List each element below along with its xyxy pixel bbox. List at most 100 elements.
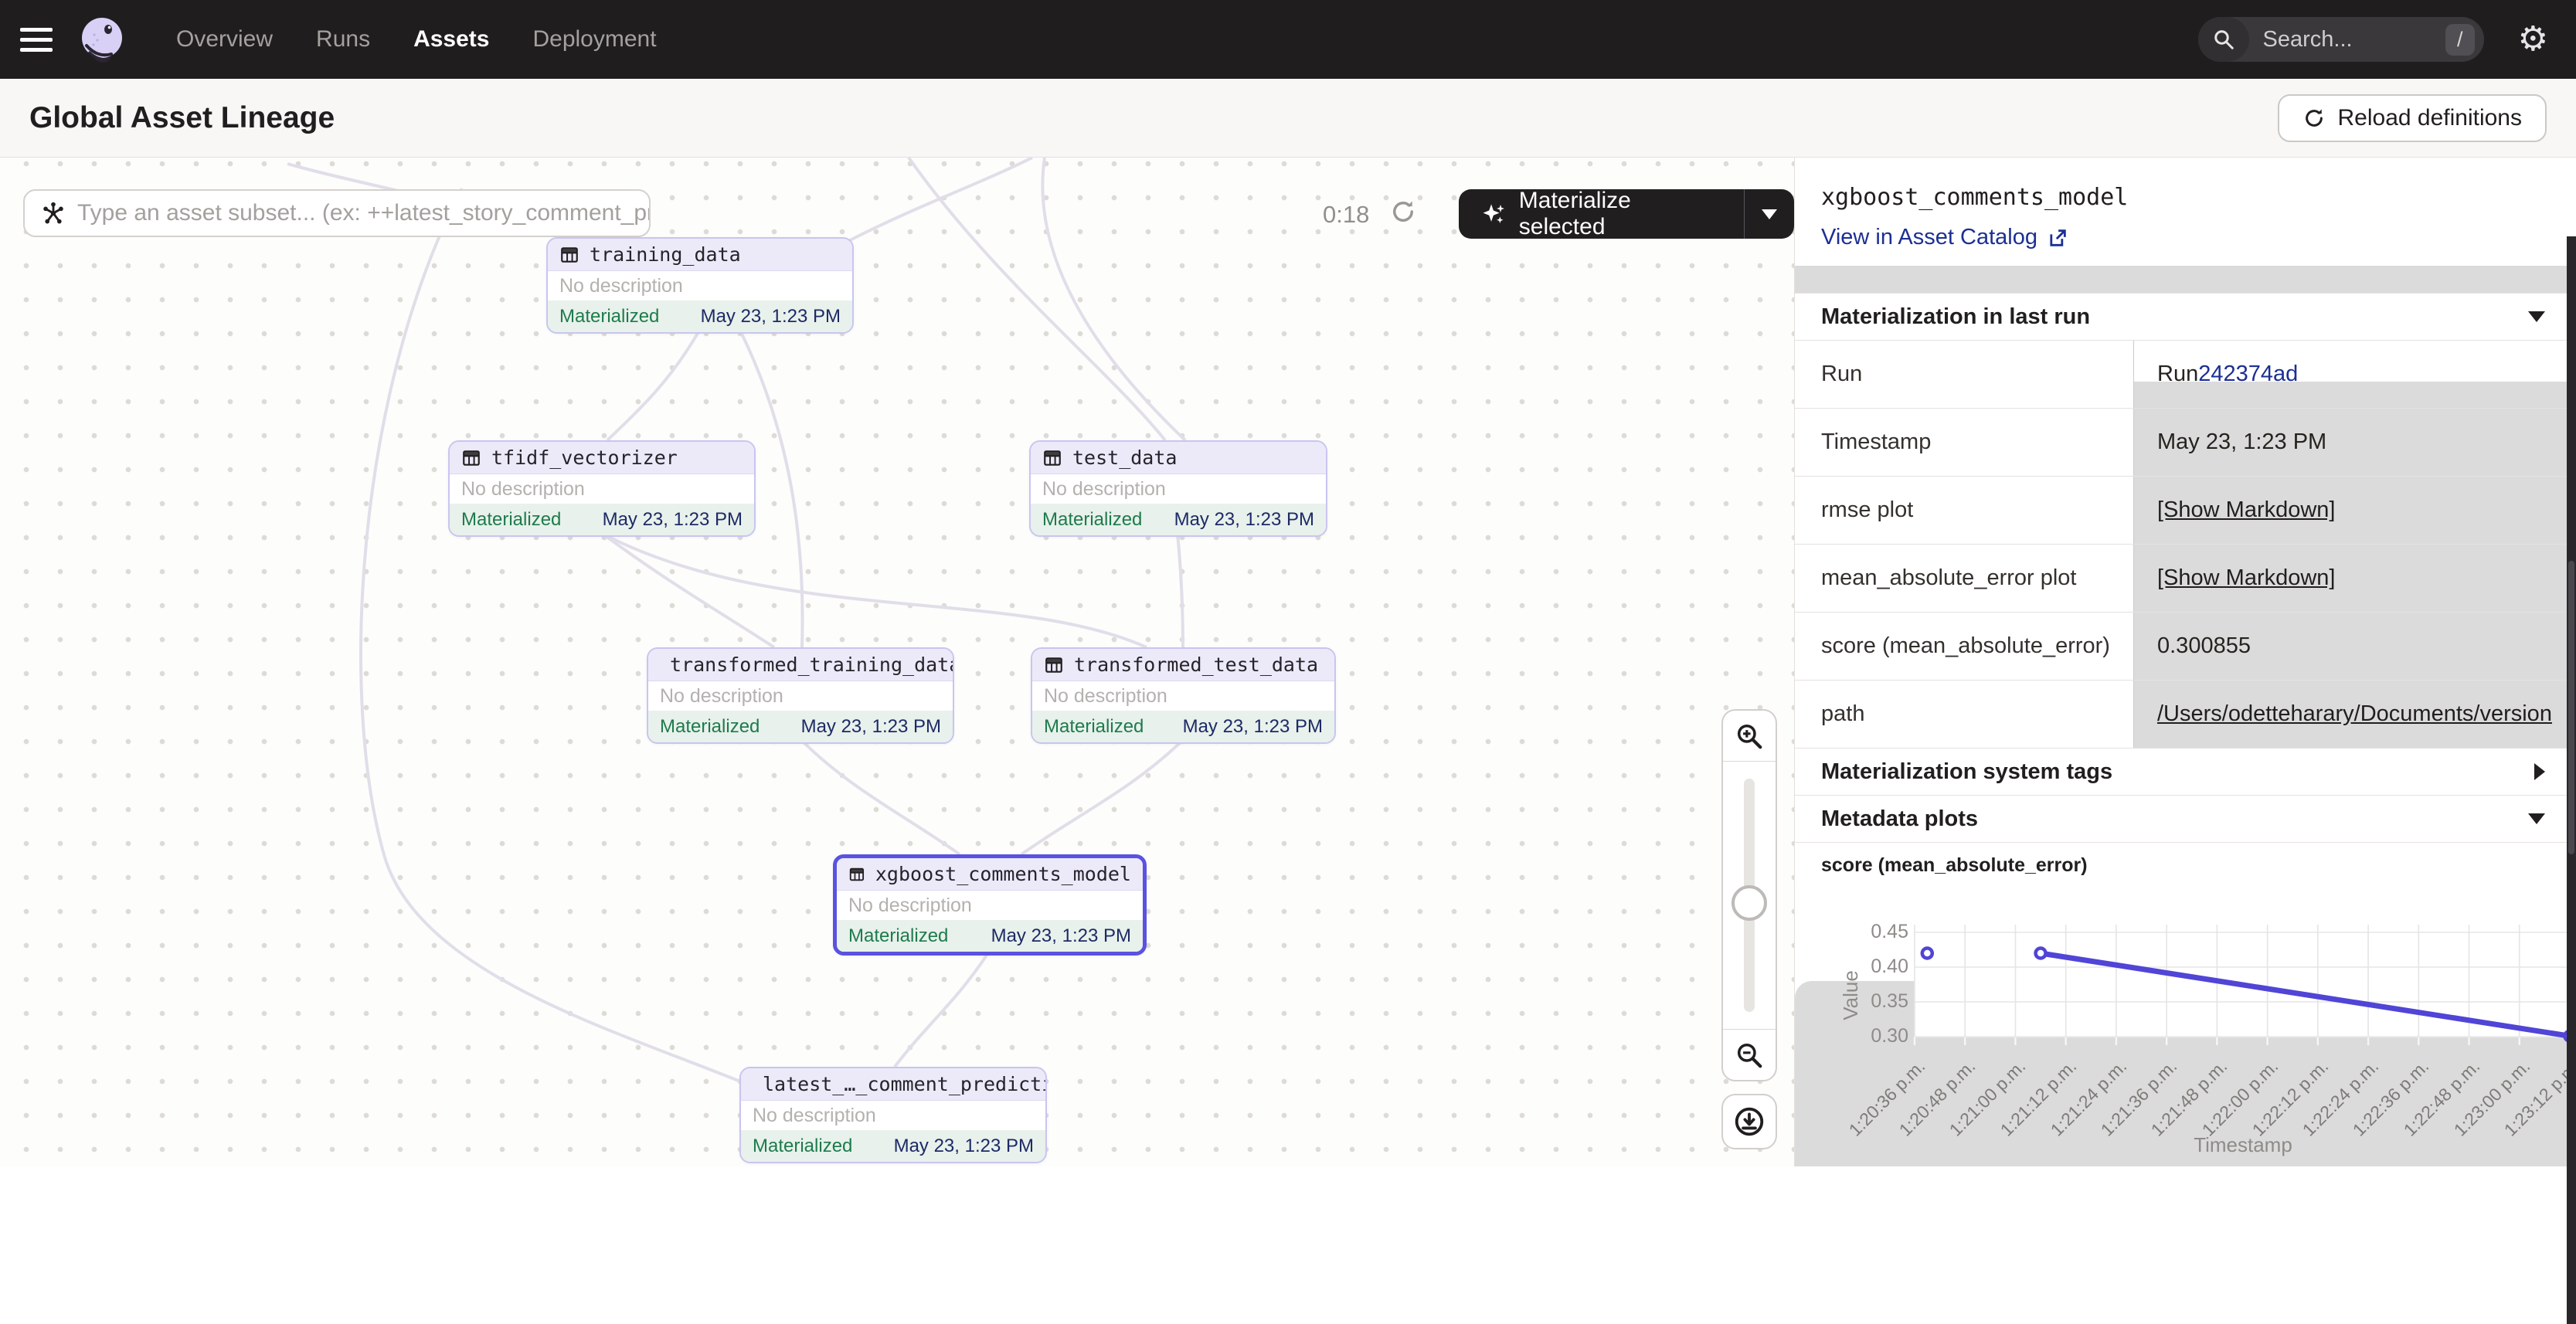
asset-node-footer: Materialized May 23, 1:23 PM (450, 504, 754, 535)
asset-status: Materialized (660, 716, 760, 738)
asset-subset-filter[interactable] (23, 189, 651, 237)
asset-status: Materialized (848, 925, 948, 947)
top-navbar: Overview Runs Assets Deployment / ⚙ (0, 0, 2576, 79)
metadata-value: May 23, 1:23 PM (2133, 409, 2576, 476)
table-asset-icon (1044, 655, 1064, 675)
metadata-plot-title: score (mean_absolute_error) (1795, 843, 2576, 884)
asset-node-footer: Materialized May 23, 1:23 PM (1031, 504, 1326, 535)
asset-lineage-graph[interactable]: 0:18 Materialize selected training_dataN… (0, 158, 1794, 1166)
asset-node-footer: MaterializedMay 23, 1:23 PM (837, 920, 1143, 952)
table-asset-icon (461, 448, 481, 468)
dagster-logo[interactable] (77, 15, 127, 64)
reload-definitions-button[interactable]: Reload definitions (2278, 94, 2547, 142)
nav-item-overview[interactable]: Overview (176, 26, 273, 53)
show-markdown-link[interactable]: [Show Markdown] (2157, 497, 2336, 523)
metadata-key: Run (1795, 341, 2133, 408)
asset-detail-panel: xgboost_comments_model View in Asset Cat… (1794, 158, 2576, 1166)
asset-status: Materialized (559, 306, 659, 328)
chart-ylabel: Value (1839, 970, 1863, 1020)
zoom-in-icon (1735, 721, 1764, 751)
zoom-in-button[interactable] (1723, 711, 1776, 762)
metadata-key: score (mean_absolute_error) (1795, 613, 2133, 680)
metadata-row-mean-absolute-error-plot: mean_absolute_error plot[Show Markdown] (1795, 545, 2576, 613)
download-icon (1733, 1105, 1765, 1138)
asset-node-footer: Materialized May 23, 1:23 PM (648, 711, 953, 742)
asset-status: Materialized (753, 1136, 852, 1157)
metadata-value: Run 242374ad (2133, 341, 2576, 408)
metadata-key: Timestamp (1795, 409, 2133, 476)
data-point[interactable] (2036, 949, 2046, 959)
asset-node-test_data[interactable]: test_dataNo description Materialized May 2… (1029, 440, 1327, 537)
asset-node-header: test_data (1031, 442, 1326, 474)
materialize-selected-button[interactable]: Materialize selected (1459, 189, 1794, 239)
path-link[interactable]: /Users/odetteharary/Documents/version (2157, 701, 2552, 727)
view-in-asset-catalog-link[interactable]: View in Asset Catalog (1821, 225, 2550, 250)
search-input[interactable] (2249, 27, 2445, 53)
zoom-out-icon (1735, 1041, 1764, 1070)
asset-status: Materialized (1044, 716, 1144, 738)
search-icon (2198, 17, 2249, 62)
asset-node-description: No description (837, 891, 1143, 920)
asset-status: Materialized (461, 509, 561, 531)
metadata-value: /Users/odetteharary/Documents/version (2133, 681, 2576, 748)
nav-item-runs[interactable]: Runs (316, 26, 370, 53)
asset-node-header: transformed_test_data (1032, 649, 1334, 681)
asset-timestamp: May 23, 1:23 PM (1183, 716, 1323, 738)
sparkle-icon (1480, 201, 1507, 227)
asset-node-xgboost_comments_model[interactable]: xgboost_comments_modelNo descriptionMate… (833, 854, 1147, 956)
y-tick-label: 0.30 (1854, 1025, 1908, 1047)
global-search[interactable]: / (2198, 17, 2484, 62)
asset-timestamp: May 23, 1:23 PM (1174, 509, 1314, 531)
metadata-value: [Show Markdown] (2133, 545, 2576, 612)
asset-node-description: No description (1032, 681, 1334, 711)
asset-timestamp: May 23, 1:23 PM (701, 306, 841, 328)
scrollbar-thumb[interactable] (2568, 561, 2574, 854)
download-graph-button[interactable] (1721, 1094, 1777, 1149)
asset-name-title: xgboost_comments_model (1821, 184, 2550, 211)
page-scrollbar[interactable] (2567, 236, 2576, 1324)
asset-node-tfidf_vectorizer[interactable]: tfidf_vectorizerNo descriptionMaterializ… (448, 440, 756, 537)
asset-subset-input[interactable] (77, 200, 649, 226)
nav-item-assets[interactable]: Assets (413, 26, 489, 53)
section-metadata-plots[interactable]: Metadata plots (1795, 796, 2576, 843)
asset-node-header: latest_…_comment_predictions (741, 1068, 1045, 1101)
asset-node-latest__comment_predictions[interactable]: latest_…_comment_predictionsNo descripti… (739, 1067, 1047, 1163)
asset-node-header: training_data (548, 239, 852, 271)
zoom-slider-thumb[interactable] (1731, 885, 1767, 921)
refresh-countdown-icon[interactable] (1389, 198, 1417, 226)
asset-node-footer: Materialized May 23, 1:23 PM (548, 300, 852, 332)
asset-timestamp: May 23, 1:23 PM (801, 716, 941, 738)
primary-nav: Overview Runs Assets Deployment (176, 26, 657, 53)
data-point[interactable] (1922, 949, 1932, 959)
asset-node-description: No description (1031, 474, 1326, 504)
asset-node-header: transformed_training_data (648, 649, 953, 681)
refresh-timer: 0:18 (1323, 201, 1369, 229)
table-asset-icon (559, 245, 579, 265)
asset-timestamp: May 23, 1:23 PM (603, 509, 743, 531)
nav-item-deployment[interactable]: Deployment (532, 26, 656, 53)
zoom-slider[interactable] (1723, 762, 1776, 1029)
panel-divider-band (1795, 266, 2576, 294)
gear-icon[interactable]: ⚙ (2518, 22, 2548, 56)
asset-node-footer: MaterializedMay 23, 1:23 PM (741, 1130, 1045, 1162)
hamburger-menu-icon[interactable] (20, 22, 56, 58)
run-prefix: Run (2157, 362, 2198, 387)
graph-zoom-controls (1721, 709, 1777, 1149)
section-materialization-last-run[interactable]: Materialization in last run (1795, 294, 2576, 341)
asset-node-transformed_training_data[interactable]: transformed_training_dataNo descriptionM… (647, 647, 954, 744)
run-id-link[interactable]: 242374ad (2198, 362, 2298, 387)
asset-node-description: No description (741, 1101, 1045, 1130)
table-asset-icon (1042, 448, 1062, 468)
asset-node-name: transformed_training_data (670, 654, 954, 676)
y-tick-label: 0.45 (1854, 921, 1908, 943)
asset-node-training_data[interactable]: training_dataNo descriptionMaterializedM… (546, 237, 854, 334)
metadata-key: rmse plot (1795, 477, 2133, 544)
asset-status: Materialized (1042, 509, 1142, 531)
asset-node-transformed_test_data[interactable]: transformed_test_data No description Mater… (1031, 647, 1336, 744)
section-materialization-system-tags[interactable]: Materialization system tags (1795, 749, 2576, 796)
asset-node-name: transformed_test_data (1074, 654, 1318, 676)
show-markdown-link[interactable]: [Show Markdown] (2157, 565, 2336, 591)
materialize-dropdown-caret[interactable] (1744, 189, 1794, 239)
zoom-out-button[interactable] (1723, 1029, 1776, 1080)
page-header: Global Asset Lineage Reload definitions (0, 79, 2576, 158)
